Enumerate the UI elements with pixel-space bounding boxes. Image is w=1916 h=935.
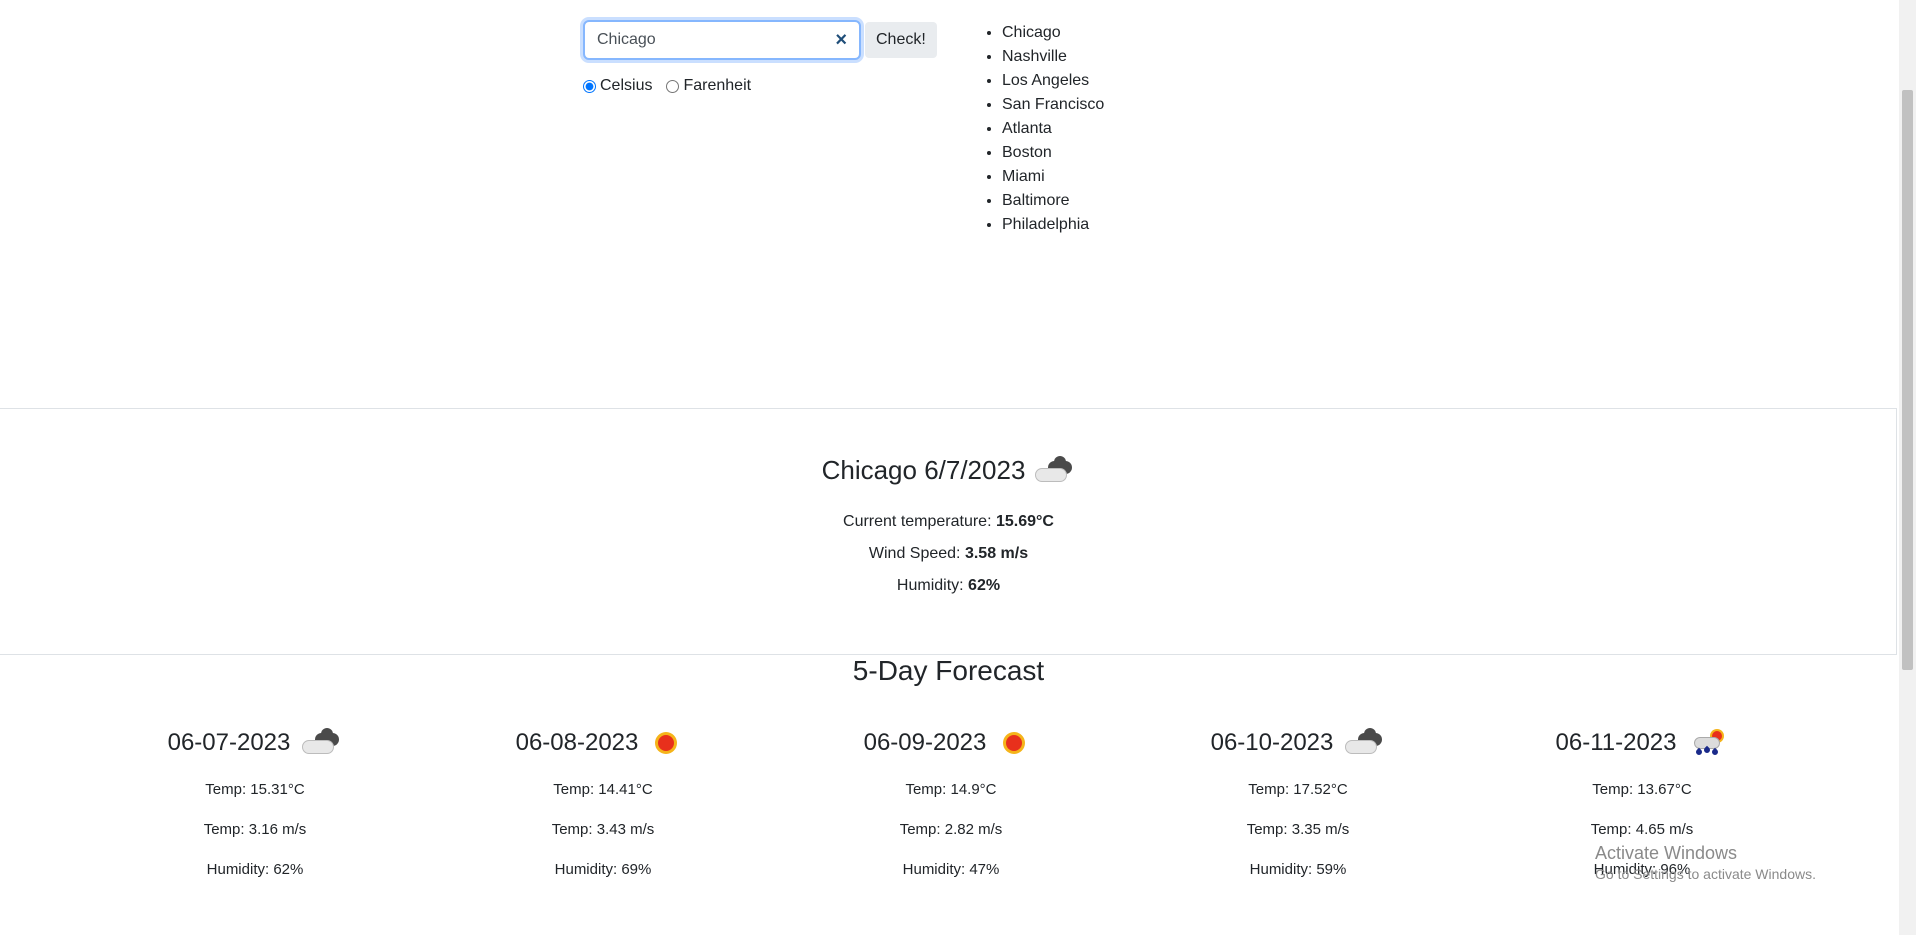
search-box[interactable]: × bbox=[583, 20, 861, 60]
city-item-san-francisco[interactable]: San Francisco bbox=[1002, 93, 1104, 117]
forecast-temp: Temp: 13.67°C bbox=[1592, 781, 1692, 798]
forecast-title: 5-Day Forecast bbox=[852, 655, 1045, 686]
current-weather-panel bbox=[0, 408, 1897, 655]
city-item-nashville[interactable]: Nashville bbox=[1002, 45, 1104, 69]
city-item-baltimore[interactable]: Baltimore bbox=[1002, 189, 1104, 213]
current-temperature: Current temperature: 15.69°C bbox=[0, 513, 1897, 531]
current-temperature-value: 15.69°C bbox=[995, 513, 1054, 530]
forecast-day-card: 06-10-2023 Temp: 17.52°C Temp: 3.35 m/s … bbox=[1148, 725, 1448, 878]
forecast-day-card: 06-11-2023 Temp: 13.67°C Temp: 4.65 m/s … bbox=[1492, 725, 1792, 878]
unit-selector: Celsius Farenheit bbox=[583, 77, 765, 95]
forecast-date-text: 06-08-2023 bbox=[515, 729, 639, 756]
forecast-date: 06-09-2023 bbox=[801, 725, 1101, 761]
forecast-date-text: 06-10-2023 bbox=[1210, 729, 1334, 756]
forecast-temp: Temp: 17.52°C bbox=[1248, 781, 1348, 798]
check-button[interactable]: Check! bbox=[865, 22, 937, 58]
celsius-radio[interactable] bbox=[583, 79, 596, 93]
forecast-date-text: 06-09-2023 bbox=[863, 729, 987, 756]
forecast-humidity: Humidity: 62% bbox=[206, 861, 304, 878]
forecast-day-card: 06-07-2023 Temp: 15.31°C Temp: 3.16 m/s … bbox=[105, 725, 405, 878]
forecast-date: 06-11-2023 bbox=[1492, 725, 1792, 761]
forecast-date-text: 06-11-2023 bbox=[1555, 729, 1677, 756]
current-wind-value: 3.58 m/s bbox=[964, 545, 1029, 562]
current-wind-label: Wind Speed: bbox=[868, 545, 965, 562]
saved-cities-list: Chicago Nashville Los Angeles San Franci… bbox=[987, 21, 1104, 237]
cloudy-icon bbox=[300, 728, 342, 756]
city-item-los-angeles[interactable]: Los Angeles bbox=[1002, 69, 1104, 93]
city-item-chicago[interactable]: Chicago bbox=[1002, 21, 1104, 45]
clear-icon[interactable]: × bbox=[835, 30, 847, 50]
forecast-date: 06-10-2023 bbox=[1148, 725, 1448, 761]
forecast-wind: Temp: 4.65 m/s bbox=[1590, 821, 1694, 838]
current-humidity-value: 62% bbox=[968, 577, 1001, 594]
forecast-temp: Temp: 15.31°C bbox=[205, 781, 305, 798]
forecast-temp: Temp: 14.9°C bbox=[905, 781, 997, 798]
forecast-wind: Temp: 2.82 m/s bbox=[899, 821, 1003, 838]
forecast-date: 06-08-2023 bbox=[453, 725, 753, 761]
forecast-humidity: Humidity: 96% bbox=[1593, 861, 1691, 878]
forecast-date: 06-07-2023 bbox=[105, 725, 405, 761]
current-humidity-label: Humidity: bbox=[896, 577, 969, 594]
page-scrollbar[interactable] bbox=[1899, 0, 1916, 935]
city-search-input[interactable] bbox=[597, 31, 797, 49]
forecast-date-text: 06-07-2023 bbox=[167, 729, 291, 756]
sun-icon bbox=[996, 730, 1038, 756]
farenheit-option[interactable]: Farenheit bbox=[666, 77, 751, 95]
farenheit-radio[interactable] bbox=[666, 79, 680, 93]
current-weather-title: Chicago 6/7/2023 bbox=[0, 455, 1897, 486]
forecast-temp: Temp: 14.41°C bbox=[553, 781, 653, 798]
city-item-miami[interactable]: Miami bbox=[1002, 165, 1104, 189]
city-item-boston[interactable]: Boston bbox=[1002, 141, 1104, 165]
forecast-wind: Temp: 3.16 m/s bbox=[203, 821, 307, 838]
current-temperature-label: Current temperature: bbox=[843, 513, 996, 530]
forecast-wind: Temp: 3.35 m/s bbox=[1246, 821, 1350, 838]
forecast-day-card: 06-08-2023 Temp: 14.41°C Temp: 3.43 m/s … bbox=[453, 725, 753, 878]
current-wind-speed: Wind Speed: 3.58 m/s bbox=[0, 545, 1897, 563]
current-city-date: Chicago 6/7/2023 bbox=[821, 455, 1026, 485]
city-item-atlanta[interactable]: Atlanta bbox=[1002, 117, 1104, 141]
forecast-wind: Temp: 3.43 m/s bbox=[551, 821, 655, 838]
scrollbar-thumb[interactable] bbox=[1902, 90, 1913, 670]
search-row: × Check! bbox=[583, 20, 937, 60]
forecast-humidity: Humidity: 59% bbox=[1249, 861, 1347, 878]
cloudy-icon bbox=[1343, 728, 1385, 756]
current-humidity: Humidity: 62% bbox=[0, 577, 1897, 595]
city-item-philadelphia[interactable]: Philadelphia bbox=[1002, 213, 1104, 237]
forecast-humidity: Humidity: 47% bbox=[902, 861, 1000, 878]
celsius-label: Celsius bbox=[600, 77, 653, 94]
rain-sun-icon bbox=[1686, 730, 1728, 757]
forecast-humidity: Humidity: 69% bbox=[554, 861, 652, 878]
celsius-option[interactable]: Celsius bbox=[583, 77, 652, 95]
farenheit-label: Farenheit bbox=[683, 77, 752, 94]
sun-icon bbox=[648, 730, 690, 756]
cloudy-icon bbox=[1033, 455, 1075, 484]
forecast-day-card: 06-09-2023 Temp: 14.9°C Temp: 2.82 m/s H… bbox=[801, 725, 1101, 878]
